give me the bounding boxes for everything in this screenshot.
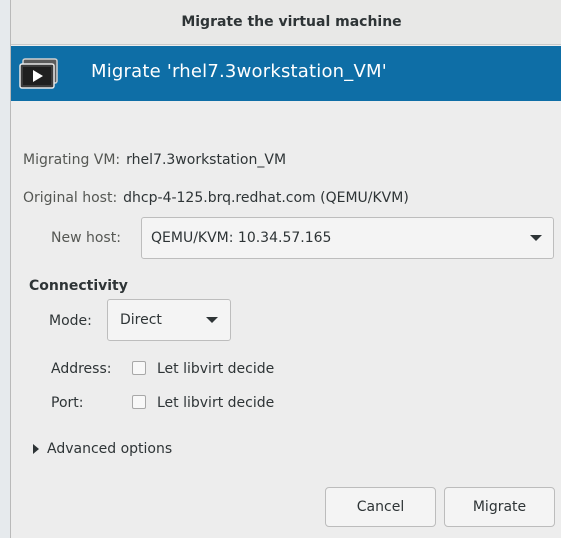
new-host-label: New host: (51, 230, 121, 246)
address-checkbox[interactable] (132, 361, 146, 375)
advanced-options-expander[interactable]: Advanced options (33, 441, 172, 457)
vm-console-icon (19, 58, 58, 89)
cancel-button[interactable]: Cancel (325, 487, 436, 527)
mode-label: Mode: (49, 313, 92, 329)
migrating-vm-row: Migrating VM: rhel7.3workstation_VM (23, 152, 286, 168)
migrating-vm-label: Migrating VM: (23, 152, 121, 168)
original-host-label: Original host: (23, 190, 118, 206)
address-label: Address: (51, 361, 112, 377)
original-host-row: Original host: dhcp-4-125.brq.redhat.com… (23, 190, 409, 206)
migrate-button-label: Migrate (472, 499, 527, 515)
connectivity-heading: Connectivity (29, 278, 128, 294)
window-titlebar[interactable]: Migrate the virtual machine (11, 0, 561, 45)
original-host-value: dhcp-4-125.brq.redhat.com (QEMU/KVM) (123, 190, 409, 206)
port-label: Port: (51, 395, 84, 411)
mode-value: Direct (120, 312, 162, 328)
migrating-vm-value: rhel7.3workstation_VM (126, 152, 287, 168)
new-host-dropdown[interactable]: QEMU/KVM: 10.34.57.165 (141, 217, 554, 259)
chevron-down-icon (530, 235, 542, 241)
expander-arrow-icon (33, 444, 39, 454)
address-checkbox-label[interactable]: Let libvirt decide (157, 361, 274, 377)
port-checkbox-label[interactable]: Let libvirt decide (157, 395, 274, 411)
mode-dropdown[interactable]: Direct (107, 299, 231, 341)
advanced-options-label: Advanced options (47, 441, 173, 457)
header-banner: Migrate 'rhel7.3workstation_VM' (11, 46, 561, 101)
banner-title: Migrate 'rhel7.3workstation_VM' (91, 61, 387, 82)
window-title: Migrate the virtual machine (181, 14, 402, 30)
new-host-value: QEMU/KVM: 10.34.57.165 (151, 230, 332, 246)
cancel-button-label: Cancel (356, 499, 405, 515)
port-checkbox[interactable] (132, 395, 146, 409)
chevron-down-icon (206, 317, 218, 323)
migrate-button[interactable]: Migrate (444, 487, 555, 527)
migrate-dialog: Migrate the virtual machine Migrate 'rhe… (10, 0, 561, 538)
